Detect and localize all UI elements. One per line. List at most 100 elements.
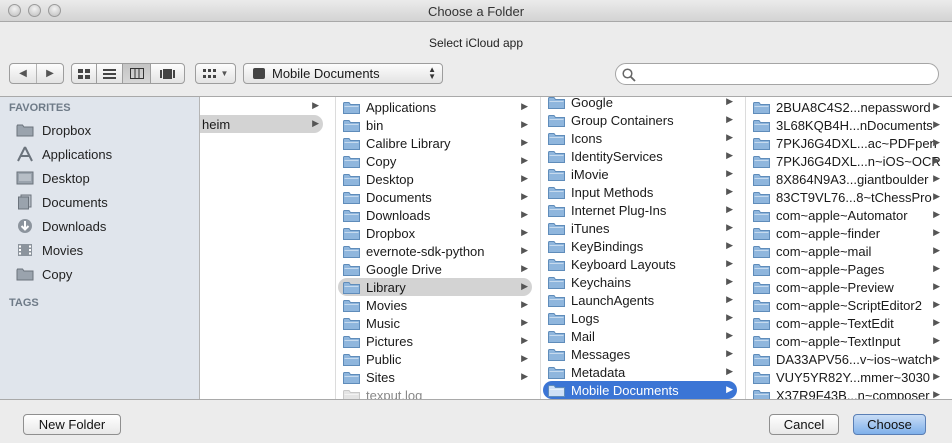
- folder-row-com-apple-textinput[interactable]: com~apple~TextInput ▶: [748, 332, 944, 350]
- folder-row-movies[interactable]: Movies ▶: [338, 296, 532, 314]
- icon-view-button[interactable]: [71, 63, 97, 84]
- folder-icon: [753, 263, 770, 276]
- search-input[interactable]: [640, 67, 930, 82]
- folder-row-com-apple-mail[interactable]: com~apple~mail ▶: [748, 242, 944, 260]
- folder-row-com-apple-preview[interactable]: com~apple~Preview ▶: [748, 278, 944, 296]
- folder-row-bin[interactable]: bin ▶: [338, 116, 532, 134]
- folder-name: 83CT9VL76...8~tChessPro: [776, 189, 932, 205]
- folder-row-keybindings[interactable]: KeyBindings ▶: [543, 237, 737, 255]
- folder-row-7pkj6g4dxl-n-ios-ocr[interactable]: 7PKJ6G4DXL...n~iOS~OCR ▶: [748, 152, 944, 170]
- folder-row-music[interactable]: Music ▶: [338, 314, 532, 332]
- folder-name: KeyBindings: [571, 238, 644, 254]
- list-view-button[interactable]: [96, 63, 123, 84]
- back-icon[interactable]: ◀: [10, 64, 37, 83]
- folder-row-3l68kqb4h-ndocuments[interactable]: 3L68KQB4H...nDocuments ▶: [748, 116, 944, 134]
- folder-name: Public: [366, 351, 402, 367]
- folder-row-library[interactable]: Library ▶: [338, 278, 532, 296]
- folder-row-logs[interactable]: Logs ▶: [543, 309, 737, 327]
- folder-row-copy[interactable]: Copy ▶: [338, 152, 532, 170]
- disclosure-arrow-icon: ▶: [933, 191, 940, 201]
- folder-row-desktop[interactable]: Desktop ▶: [338, 170, 532, 188]
- folder-row-mail[interactable]: Mail ▶: [543, 327, 737, 345]
- folder-row-metadata[interactable]: Metadata ▶: [543, 363, 737, 381]
- column-view-icon: [129, 68, 144, 79]
- folder-name: Group Containers: [571, 112, 674, 128]
- folder-row-83ct9vl76-8-tchesspro[interactable]: 83CT9VL76...8~tChessPro ▶: [748, 188, 944, 206]
- folder-icon: [753, 335, 770, 348]
- folder-row-vuy5yr82y-mmer-3030[interactable]: VUY5YR82Y...mmer~3030 ▶: [748, 368, 944, 386]
- folder-row-messages[interactable]: Messages ▶: [543, 345, 737, 363]
- disclosure-arrow-icon: ▶: [726, 114, 733, 124]
- folder-icon: [548, 348, 565, 361]
- folder-icon: [548, 222, 565, 235]
- folder-row-pictures[interactable]: Pictures ▶: [338, 332, 532, 350]
- folder-name: LaunchAgents: [571, 292, 655, 308]
- folder-row-evernote-sdk-python[interactable]: evernote-sdk-python ▶: [338, 242, 532, 260]
- folder-row-com-apple-textedit[interactable]: com~apple~TextEdit ▶: [748, 314, 944, 332]
- folder-row-sites[interactable]: Sites ▶: [338, 368, 532, 386]
- sidebar-item-copy[interactable]: Copy: [15, 263, 72, 285]
- folder-row-imovie[interactable]: iMovie ▶: [543, 165, 737, 183]
- folder-row-x37r9f43b-n-composer[interactable]: X37R9F43B...n~composer ▶: [748, 386, 944, 399]
- sidebar-item-downloads[interactable]: Downloads: [15, 215, 106, 237]
- disclosure-arrow-icon: ▶: [933, 281, 940, 291]
- folder-row-mobile-documents[interactable]: Mobile Documents ▶: [543, 381, 737, 399]
- disclosure-arrow-icon: ▶: [726, 330, 733, 340]
- search-field[interactable]: [615, 63, 939, 85]
- location-popup[interactable]: Mobile Documents ▲ ▼: [243, 63, 443, 84]
- folder-row-google-drive[interactable]: Google Drive ▶: [338, 260, 532, 278]
- folder-row-8x864n9a3-giantboulder[interactable]: 8X864N9A3...giantboulder ▶: [748, 170, 944, 188]
- documents-icon: [15, 194, 35, 210]
- choose-button[interactable]: Choose: [853, 414, 926, 435]
- disclosure-arrow-icon: ▶: [726, 366, 733, 376]
- folder-row-com-apple-automator[interactable]: com~apple~Automator ▶: [748, 206, 944, 224]
- folder-row-2bua8c4s2-nepassword[interactable]: 2BUA8C4S2...nepassword ▶: [748, 98, 944, 116]
- new-folder-button[interactable]: New Folder: [23, 414, 121, 435]
- folder-row-dropbox[interactable]: Dropbox ▶: [338, 224, 532, 242]
- folder-icon: [343, 209, 360, 222]
- folder-row-calibre-library[interactable]: Calibre Library ▶: [338, 134, 532, 152]
- disclosure-arrow-icon: ▶: [933, 263, 940, 273]
- sidebar-item-movies[interactable]: Movies: [15, 239, 83, 261]
- folder-row-launchagents[interactable]: LaunchAgents ▶: [543, 291, 737, 309]
- column-view-button[interactable]: [122, 63, 151, 84]
- forward-icon[interactable]: ▶: [37, 64, 63, 83]
- folder-row-internet-plug-ins[interactable]: Internet Plug-Ins ▶: [543, 201, 737, 219]
- folder-row-7pkj6g4dxl-ac-pdfpen[interactable]: 7PKJ6G4DXL...ac~PDFpen ▶: [748, 134, 944, 152]
- disclosure-arrow-icon: ▶: [726, 240, 733, 250]
- sidebar-item-desktop[interactable]: Desktop: [15, 167, 90, 189]
- folder-name: Applications: [366, 99, 437, 115]
- folder-row-input-methods[interactable]: Input Methods ▶: [543, 183, 737, 201]
- folder-icon: [753, 281, 770, 294]
- folder-row-keyboard-layouts[interactable]: Keyboard Layouts ▶: [543, 255, 737, 273]
- folder-row-google[interactable]: Google ▶: [543, 97, 737, 111]
- sidebar-item-dropbox[interactable]: Dropbox: [15, 119, 91, 141]
- folder-row-applications[interactable]: Applications ▶: [338, 98, 532, 116]
- folder-row-texput-log[interactable]: texput.log: [338, 386, 532, 399]
- arrange-menu-button[interactable]: ▼: [195, 63, 236, 84]
- sidebar-item-documents[interactable]: Documents: [15, 191, 108, 213]
- folder-icon: [753, 137, 770, 150]
- cancel-button[interactable]: Cancel: [769, 414, 839, 435]
- folder-row-documents[interactable]: Documents ▶: [338, 188, 532, 206]
- folder-icon: [753, 227, 770, 240]
- folder-row-downloads[interactable]: Downloads ▶: [338, 206, 532, 224]
- sidebar-item-applications[interactable]: Applications: [15, 143, 112, 165]
- folder-name: VUY5YR82Y...mmer~3030: [776, 369, 931, 385]
- folder-row-public[interactable]: Public ▶: [338, 350, 532, 368]
- folder-row-da33apv56-v-ios-watch[interactable]: DA33APV56...v~ios~watch ▶: [748, 350, 944, 368]
- folder-row-identityservices[interactable]: IdentityServices ▶: [543, 147, 737, 165]
- folder-name: com~apple~TextInput: [776, 333, 901, 349]
- coverflow-view-button[interactable]: [150, 63, 185, 84]
- folder-row-com-apple-finder[interactable]: com~apple~finder ▶: [748, 224, 944, 242]
- folder-row-blank[interactable]: ▶: [200, 97, 323, 115]
- folder-row-icons[interactable]: Icons ▶: [543, 129, 737, 147]
- folder-name: iTunes: [571, 220, 610, 236]
- folder-row-com-apple-pages[interactable]: com~apple~Pages ▶: [748, 260, 944, 278]
- folder-row-keychains[interactable]: Keychains ▶: [543, 273, 737, 291]
- folder-row-com-apple-scripteditor2[interactable]: com~apple~ScriptEditor2 ▶: [748, 296, 944, 314]
- folder-row-itunes[interactable]: iTunes ▶: [543, 219, 737, 237]
- disclosure-arrow-icon: ▶: [521, 371, 528, 381]
- folder-row-group-containers[interactable]: Group Containers ▶: [543, 111, 737, 129]
- folder-row-heim[interactable]: heim ▶: [200, 115, 323, 133]
